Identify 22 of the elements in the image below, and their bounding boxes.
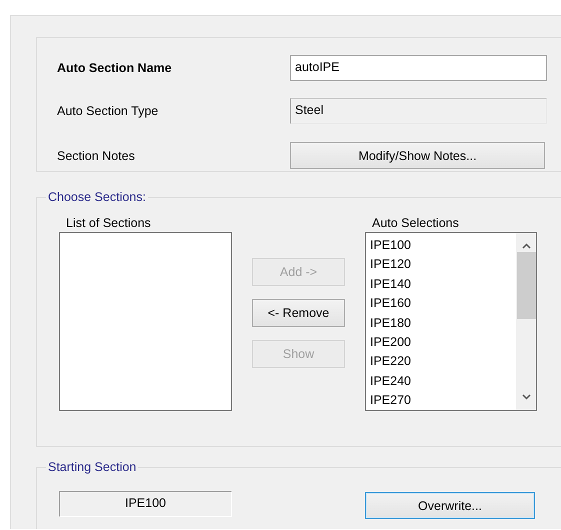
notes-button[interactable]: Modify/Show Notes... xyxy=(290,142,545,170)
list-item[interactable]: IPE180 xyxy=(366,314,516,334)
list-item[interactable]: IPE160 xyxy=(366,294,516,314)
list-item[interactable]: IPE140 xyxy=(366,274,516,294)
list-label: Auto Selections xyxy=(371,215,460,232)
field-label: Section Notes xyxy=(57,148,136,163)
list-item[interactable]: IPE120 xyxy=(366,255,516,275)
overwrite-button[interactable]: Overwrite... xyxy=(365,492,535,519)
starting-section-field: IPE100 xyxy=(59,491,232,517)
list-item[interactable]: IPE100 xyxy=(366,236,516,256)
list-item[interactable]: IPE220 xyxy=(366,352,516,372)
group-title: Starting Section xyxy=(46,459,138,475)
field-label: Auto Section Name xyxy=(57,60,173,75)
type-field: Steel xyxy=(290,98,547,124)
list-button[interactable]: <- Remove xyxy=(252,299,345,327)
list-item[interactable]: IPE200 xyxy=(366,333,516,352)
field-label: Auto Section Type xyxy=(57,104,160,118)
selections-list[interactable]: IPE100 IPE120 IPE140 IPE160 IPE180 IPE200 IPE220 IPE240 IPE270 xyxy=(365,232,537,411)
name-field[interactable]: autoIPE xyxy=(290,54,547,81)
list-item[interactable]: IPE270 xyxy=(366,391,516,411)
list-label: List of Sections xyxy=(65,215,152,232)
list-item[interactable]: IPE240 xyxy=(366,372,516,392)
